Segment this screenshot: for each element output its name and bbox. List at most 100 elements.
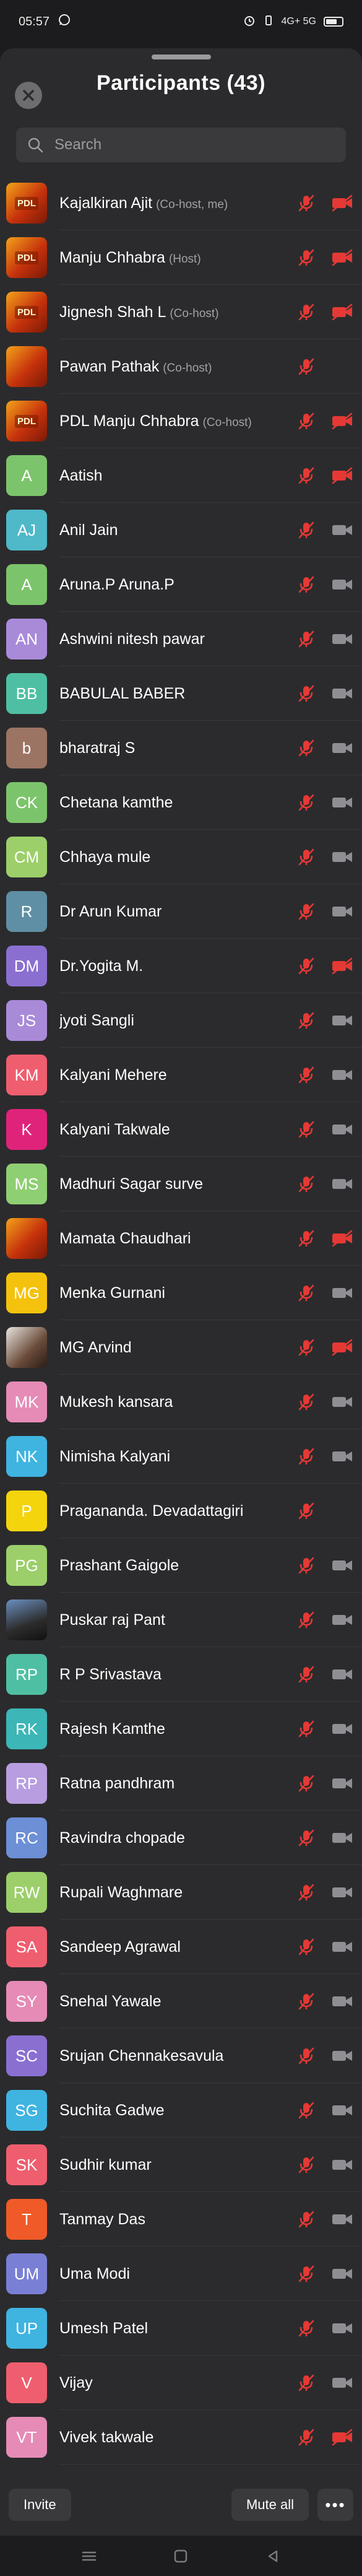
participant-row[interactable]: CK Chetana kamthe <box>0 775 362 830</box>
participant-row[interactable]: b bharatraj S <box>0 721 362 775</box>
video-camera-icon <box>329 516 356 544</box>
avatar <box>6 1599 47 1640</box>
participant-row[interactable]: PDL Kajalkiran Ajit (Co-host, me) <box>0 176 362 230</box>
participant-name: Manju Chhabra (Host) <box>59 249 293 267</box>
participant-status-icons <box>293 2260 356 2287</box>
participant-status-icons <box>293 1988 356 2015</box>
participant-row[interactable]: Puskar raj Pant <box>0 1593 362 1647</box>
participant-row[interactable]: RC Ravindra chopade <box>0 1811 362 1865</box>
participant-row[interactable]: SK Sudhir kumar <box>0 2138 362 2192</box>
participant-row[interactable]: BB BABULAL BABER <box>0 666 362 721</box>
mic-muted-icon <box>293 2424 320 2451</box>
participant-status-icons <box>293 2315 356 2342</box>
participant-row[interactable]: SC Srujan Chennakesavula <box>0 2029 362 2083</box>
video-camera-icon <box>329 1170 356 1198</box>
video-camera-icon <box>329 1606 356 1634</box>
participant-row[interactable]: PDL Manju Chhabra (Host) <box>0 230 362 285</box>
participant-name: Vivek takwale <box>59 2429 293 2447</box>
mic-muted-icon <box>293 298 320 326</box>
participant-row[interactable]: SG Suchita Gadwe <box>0 2083 362 2138</box>
more-options-button[interactable]: ••• <box>317 2489 353 2521</box>
video-camera-icon <box>329 1770 356 1797</box>
participant-row[interactable]: UM Uma Modi <box>0 2247 362 2301</box>
participant-row[interactable]: NK Nimisha Kalyani <box>0 1429 362 1484</box>
participant-row[interactable]: P Pragananda. Devadattagiri <box>0 1484 362 1538</box>
video-camera-icon <box>329 1715 356 1743</box>
participant-row[interactable]: SY Snehal Yawale <box>0 1974 362 2029</box>
participant-name: Uma Modi <box>59 2265 293 2283</box>
participant-row[interactable]: AJ Anil Jain <box>0 503 362 557</box>
participant-name-text: Mamata Chaudhari <box>59 1229 191 1247</box>
participant-row[interactable]: MS Madhuri Sagar surve <box>0 1157 362 1211</box>
participant-row[interactable]: T Tanmay Das <box>0 2192 362 2247</box>
back-triangle-icon <box>268 2550 278 2562</box>
invite-button[interactable]: Invite <box>9 2489 71 2521</box>
participant-row[interactable]: KM Kalyani Mehere <box>0 1048 362 1102</box>
bottom-action-bar: Invite Mute all ••• <box>0 2474 362 2536</box>
avatar <box>6 346 47 387</box>
participant-name: bharatraj S <box>59 739 293 757</box>
participant-row[interactable]: A Aruna.P Aruna.P <box>0 557 362 612</box>
participant-row[interactable]: Pawan Pathak (Co-host) <box>0 339 362 394</box>
participant-row[interactable]: CM Chhaya mule <box>0 830 362 884</box>
avatar: RP <box>6 1654 47 1695</box>
participant-name: Jignesh Shah L (Co-host) <box>59 303 293 321</box>
video-camera-icon <box>329 2260 356 2287</box>
mic-muted-icon <box>293 1661 320 1688</box>
participant-row[interactable]: PDL Jignesh Shah L (Co-host) <box>0 285 362 339</box>
participant-row[interactable]: MG Menka Gurnani <box>0 1266 362 1320</box>
video-camera-icon <box>329 843 356 871</box>
participant-row[interactable]: AN Ashwini nitesh pawar <box>0 612 362 666</box>
participant-row[interactable]: DM Dr.Yogita M. <box>0 939 362 993</box>
close-button[interactable] <box>15 82 42 109</box>
mic-muted-icon <box>293 789 320 816</box>
participant-row[interactable]: MK Mukesh kansara <box>0 1375 362 1429</box>
participant-row[interactable]: JS jyoti Sangli <box>0 993 362 1048</box>
mic-muted-icon <box>293 1552 320 1579</box>
video-camera-icon <box>329 1824 356 1852</box>
participant-row[interactable]: MG Arvind <box>0 1320 362 1375</box>
participant-row[interactable]: K Kalyani Takwale <box>0 1102 362 1157</box>
mic-muted-icon <box>293 1388 320 1416</box>
participant-name: Ashwini nitesh pawar <box>59 630 293 648</box>
search-bar[interactable] <box>16 128 346 162</box>
video-camera-icon <box>329 898 356 925</box>
search-input[interactable] <box>53 136 335 154</box>
participant-row[interactable]: UP Umesh Patel <box>0 2301 362 2356</box>
participant-row[interactable]: RW Rupali Waghmare <box>0 1865 362 1920</box>
participant-row[interactable]: RP R P Srivastava <box>0 1647 362 1702</box>
participant-row[interactable]: RK Rajesh Kamthe <box>0 1702 362 1756</box>
video-camera-icon <box>329 1661 356 1688</box>
participant-row[interactable]: VT Vivek takwale <box>0 2410 362 2465</box>
participant-name-text: Kalyani Mehere <box>59 1066 167 1084</box>
participant-name-text: jyoti Sangli <box>59 1011 134 1029</box>
participant-name-text: Anil Jain <box>59 521 118 539</box>
sheet-grabber[interactable] <box>151 54 211 59</box>
video-camera-icon <box>329 2042 356 2069</box>
participant-status-icons <box>293 1279 356 1307</box>
participant-status-icons <box>293 843 356 871</box>
video-camera-icon <box>329 2151 356 2178</box>
avatar: P <box>6 1490 47 1531</box>
participant-row[interactable]: A Aatish <box>0 448 362 503</box>
participant-status-icons <box>293 2042 356 2069</box>
participant-row[interactable]: R Dr Arun Kumar <box>0 884 362 939</box>
participant-row[interactable]: PDL PDL Manju Chhabra (Co-host) <box>0 394 362 448</box>
participant-name-text: PDL Manju Chhabra <box>59 412 199 430</box>
video-off-icon <box>329 952 356 980</box>
mic-muted-icon <box>293 2260 320 2287</box>
participant-row[interactable]: V Vijay <box>0 2356 362 2410</box>
participant-role: (Co-host) <box>202 416 252 429</box>
recents-nav-button[interactable] <box>80 2547 98 2565</box>
avatar: A <box>6 564 47 605</box>
back-nav-button[interactable] <box>264 2547 282 2565</box>
participant-row[interactable]: PG Prashant Gaigole <box>0 1538 362 1593</box>
mute-all-button[interactable]: Mute all <box>231 2489 309 2521</box>
participant-row[interactable]: SA Sandeep Agrawal <box>0 1920 362 1974</box>
participant-row[interactable]: RP Ratna pandhram <box>0 1756 362 1811</box>
home-nav-button[interactable] <box>171 2547 190 2565</box>
participant-row[interactable]: Mamata Chaudhari <box>0 1211 362 1266</box>
avatar: BB <box>6 673 47 714</box>
participant-name: Dr.Yogita M. <box>59 957 293 975</box>
participant-name: Rajesh Kamthe <box>59 1720 293 1738</box>
